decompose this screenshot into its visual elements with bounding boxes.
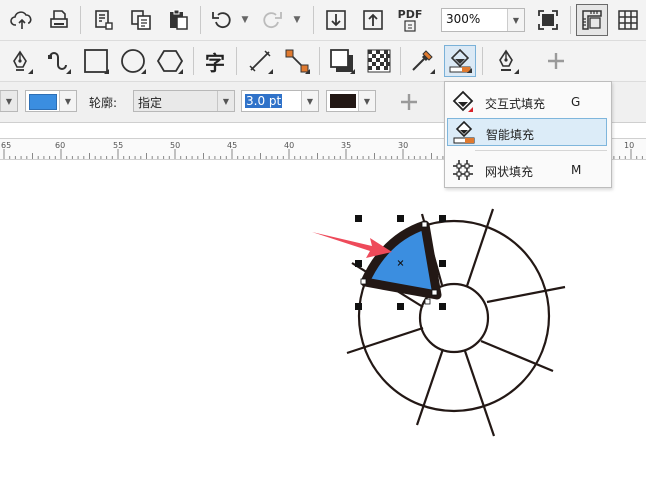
wheel-drawing [346,208,566,437]
selection-handle[interactable] [397,303,404,310]
outline-color-picker[interactable]: ▼ [326,90,376,112]
menu-item-label: 智能填充 [486,128,535,142]
node-marker[interactable] [360,278,367,285]
menu-item-smart-fill[interactable]: 智能填充 [447,118,607,146]
menu-item-interactive-fill[interactable]: 交互式填充 G [447,88,607,116]
toolbox: 字 [0,41,646,82]
selection-handle[interactable] [439,260,446,267]
chevron-down-icon[interactable]: ▼ [0,91,17,111]
undo-icon[interactable] [206,4,238,36]
outline-label: 轮廓: [89,96,118,110]
eyedropper-tool-icon[interactable] [406,45,438,77]
fill-color-picker[interactable]: ▼ [25,90,77,112]
outline-type-value: 指定 [138,96,163,110]
outline-type-dropdown[interactable]: 指定 ▼ [133,90,235,112]
pdf-label: PDF [397,7,423,21]
ruler-label: 55 [113,141,124,150]
selection-handle[interactable] [355,260,362,267]
show-rulers-icon[interactable] [576,4,608,36]
zoom-level-value: 300% [446,12,481,26]
undo-dropdown-arrow[interactable]: ▼ [239,8,251,32]
chevron-down-icon[interactable]: ▼ [507,9,524,31]
outline-pen-tool-icon[interactable] [490,45,522,77]
ruler-label: 50 [170,141,181,150]
menu-divider [475,150,607,151]
add-property-icon[interactable] [393,86,425,118]
menu-item-shortcut: G [571,95,581,109]
selection-handle[interactable] [355,303,362,310]
transparency-tool-icon[interactable] [363,45,395,77]
page-layout-icon[interactable] [88,4,120,36]
polygon-tool-icon[interactable] [154,45,186,77]
smart-filled-region[interactable] [360,220,442,300]
ruler-label: 10 [624,141,635,150]
interactive-fill-icon [451,90,475,114]
outline-width-value[interactable]: 3.0 pt [245,94,283,108]
menu-item-label: 网状填充 [485,165,534,179]
selection-handle[interactable] [439,303,446,310]
ruler-label: 40 [284,141,295,150]
outline-width-combobox[interactable]: 3.0 pt ▼ [241,90,319,112]
chevron-down-icon[interactable]: ▼ [301,91,318,111]
smart-fill-icon [452,120,476,145]
text-tool-glyph: 字 [205,50,225,75]
redo-dropdown-arrow[interactable]: ▼ [291,8,303,32]
spoke-line[interactable] [415,348,445,426]
paste-icon[interactable] [162,4,194,36]
spoke-line[interactable] [346,326,424,355]
chevron-down-icon[interactable]: ▼ [358,91,375,111]
fill-tools-flyout: 交互式填充 G 智能填充 网状填充 M [444,81,612,188]
chevron-down-icon[interactable]: ▼ [217,91,234,111]
ruler-label: 30 [398,141,409,150]
spoke-line[interactable] [465,208,495,287]
export-icon[interactable] [357,4,389,36]
pen-tool-icon[interactable] [4,45,36,77]
previous-field-dropdown[interactable]: ▼ [0,90,18,112]
node-marker[interactable] [424,298,431,305]
rectangle-tool-icon[interactable] [80,45,112,77]
publish-pdf-icon[interactable]: PDF [394,4,426,36]
menu-item-shortcut: M [571,163,582,177]
ruler-label: 35 [341,141,352,150]
redo-icon[interactable] [256,4,288,36]
node-marker[interactable] [431,289,438,296]
drawing-canvas[interactable] [0,159,646,496]
selection-handle[interactable] [355,215,362,222]
zoom-level-combobox[interactable]: 300% ▼ [441,8,525,32]
ruler-label: 65 [1,141,12,150]
selection-handle[interactable] [397,215,404,222]
full-screen-icon[interactable] [532,4,564,36]
ellipse-tool-icon[interactable] [117,45,149,77]
ruler-label: 45 [227,141,238,150]
standard-toolbar: ▼ ▼ PDF 300% ▼ [0,0,646,41]
menu-item-label: 交互式填充 [485,97,546,111]
show-grid-icon[interactable] [612,4,644,36]
copy-icon[interactable] [125,4,157,36]
spoke-line[interactable] [463,350,496,437]
import-icon[interactable] [320,4,352,36]
connector-tool-icon[interactable] [281,45,313,77]
add-tool-icon[interactable] [540,45,572,77]
ruler-label: 60 [55,141,66,150]
dimension-tool-icon[interactable] [244,45,276,77]
spoke-line[interactable] [486,285,566,304]
spoke-line[interactable] [480,339,554,373]
fill-color-swatch [29,94,57,110]
curve-tool-icon[interactable] [42,45,74,77]
smart-fill-tool-icon[interactable] [444,45,476,77]
chevron-down-icon[interactable]: ▼ [59,91,76,111]
menu-item-mesh-fill[interactable]: 网状填充 M [447,156,607,184]
drop-shadow-tool-icon[interactable] [326,45,358,77]
print-icon[interactable] [43,4,75,36]
cloud-upload-icon[interactable] [6,4,38,36]
node-marker[interactable] [421,221,428,228]
mesh-fill-icon [451,158,475,182]
outline-color-swatch [330,94,356,108]
selection-handle[interactable] [439,215,446,222]
annotation-arrow-icon [312,232,392,258]
text-tool-icon[interactable]: 字 [199,45,231,77]
